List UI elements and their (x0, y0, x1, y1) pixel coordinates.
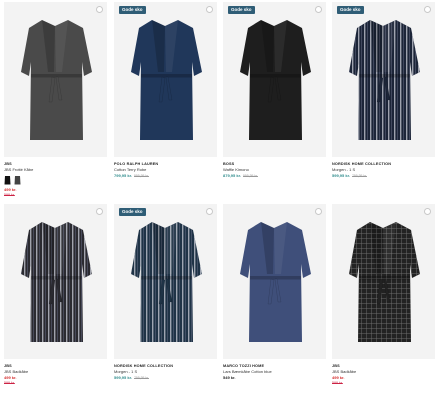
product-image[interactable]: Gode sko (114, 204, 217, 359)
robe-image (131, 20, 202, 140)
color-swatches (4, 175, 107, 185)
product-name[interactable]: JBS Frotté Kåbe (4, 167, 107, 173)
product-card[interactable]: JBS JBS Badkåbe 499 kr. 599 kr. (332, 204, 435, 386)
robe-image (21, 20, 92, 140)
product-card[interactable]: Gode sko POLO RALPH LAUREN Cotton Terry … (114, 2, 217, 179)
product-price: 879,95 kr. 999,95 kr. (223, 173, 258, 178)
product-image[interactable] (332, 204, 435, 359)
swatch-grey-robe[interactable] (14, 175, 21, 185)
product-price: 549 kr. (223, 375, 236, 380)
product-image[interactable]: Gode sko (332, 2, 435, 157)
robe-image (240, 222, 311, 342)
product-price: 599,95 kr. 799,95 kr. (332, 173, 367, 178)
product-grid: JBS JBS Frotté Kåbe 499 kr. 599 kr. Gode… (2, 0, 439, 400)
product-image[interactable] (4, 2, 107, 157)
product-image[interactable]: Gode sko (114, 2, 217, 157)
robe-image (21, 222, 92, 342)
robe-image (349, 222, 420, 342)
robe-image (240, 20, 311, 140)
product-card[interactable]: Gode sko BOSS Waffle Kimono 879,95 kr. 99… (223, 2, 326, 179)
product-card[interactable]: Gode sko NORDISK HOME COLLECTION Morgen … (332, 2, 435, 179)
product-card[interactable]: JBS JBS Frotté Kåbe 499 kr. 599 kr. (4, 2, 107, 198)
robe-image (349, 20, 420, 140)
product-image[interactable]: Gode sko (223, 2, 326, 157)
product-card[interactable]: MARCO TOZZI HOME Lars Bæmkåbe Cotton blu… (223, 204, 326, 381)
product-card[interactable]: Gode sko NORDISK HOME COLLECTION Morgen … (114, 204, 217, 381)
swatch-black-robe[interactable] (4, 175, 11, 185)
robe-image (131, 222, 202, 342)
old-price: 599 kr. (4, 193, 15, 197)
product-price: 799,95 kr. 999,95 kr. (114, 173, 149, 178)
product-image[interactable] (223, 204, 326, 359)
product-image[interactable] (4, 204, 107, 359)
product-price: 599,95 kr. 799,95 kr. (114, 375, 149, 380)
old-price: 599 kr. (4, 381, 15, 385)
old-price: 599 kr. (332, 381, 343, 385)
product-card[interactable]: JBS JBS Badkåbe 499 kr. 599 kr. (4, 204, 107, 386)
